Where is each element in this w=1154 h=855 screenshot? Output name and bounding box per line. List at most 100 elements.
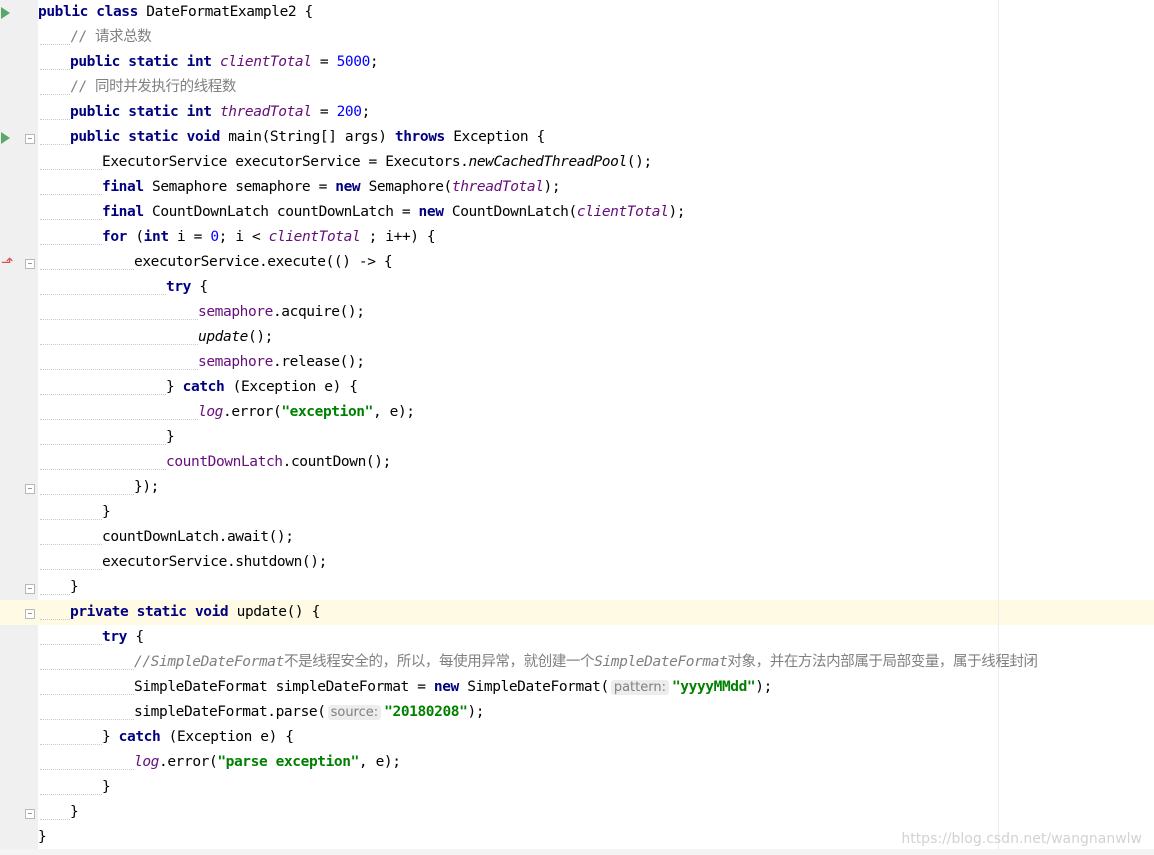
- code-token: );: [668, 204, 686, 220]
- code-token: CountDownLatch countDownLatch =: [151, 204, 419, 220]
- code-line[interactable]: });: [38, 475, 1154, 500]
- code-token: }: [102, 779, 111, 795]
- code-token: clientTotal: [219, 54, 312, 70]
- code-line[interactable]: log.error("parse exception", e);: [38, 750, 1154, 775]
- indent-guide: [38, 425, 166, 450]
- indent-guide: [38, 50, 70, 75]
- code-token: });: [134, 479, 159, 495]
- code-line[interactable]: simpleDateFormat.parse(source: "20180208"…: [38, 700, 1154, 725]
- indent-guide: [38, 700, 134, 725]
- code-line[interactable]: public static int clientTotal = 5000;: [38, 50, 1154, 75]
- code-line[interactable]: semaphore.acquire();: [38, 300, 1154, 325]
- indent-guide: [38, 400, 198, 425]
- code-line[interactable]: } catch (Exception e) {: [38, 725, 1154, 750]
- code-line[interactable]: //SimpleDateFormat不是线程安全的，所以，每使用异常，就创建一个…: [38, 650, 1154, 675]
- code-token: private static void: [70, 604, 237, 620]
- code-line[interactable]: for (int i = 0; i < clientTotal ; i++) {: [38, 225, 1154, 250]
- indent-guide: [38, 200, 102, 225]
- code-token: "20180208": [384, 704, 468, 720]
- code-line[interactable]: } catch (Exception e) {: [38, 375, 1154, 400]
- code-line[interactable]: executorService.shutdown();: [38, 550, 1154, 575]
- code-line[interactable]: countDownLatch.countDown();: [38, 450, 1154, 475]
- code-line[interactable]: try {: [38, 625, 1154, 650]
- code-line[interactable]: SimpleDateFormat simpleDateFormat = new …: [38, 675, 1154, 700]
- code-token: 200: [336, 104, 362, 120]
- indent-guide: [38, 475, 134, 500]
- code-line[interactable]: final Semaphore semaphore = new Semaphor…: [38, 175, 1154, 200]
- indent-guide: [38, 725, 102, 750]
- code-line[interactable]: executorService.execute(() -> {: [38, 250, 1154, 275]
- code-line[interactable]: private static void update() {: [38, 600, 1154, 625]
- code-line[interactable]: try {: [38, 275, 1154, 300]
- code-token: Exception {: [453, 129, 545, 145]
- code-token: 对象，并在方法内部属于局部变量，属于线程封闭: [727, 654, 1038, 670]
- fold-lambda-icon[interactable]: [25, 259, 35, 269]
- code-line[interactable]: // 请求总数: [38, 25, 1154, 50]
- code-token: );: [755, 679, 772, 695]
- code-token: 0: [210, 229, 219, 245]
- fold-main-icon[interactable]: [25, 134, 35, 144]
- code-token: DateFormatExample2 {: [146, 4, 313, 20]
- code-token: ;: [361, 104, 371, 120]
- indent-guide: [38, 775, 102, 800]
- indent-guide: [38, 175, 102, 200]
- code-token: ExecutorService executorService = Execut…: [102, 154, 469, 170]
- code-line[interactable]: update();: [38, 325, 1154, 350]
- override-arrow-icon[interactable]: ⬏: [1, 255, 14, 270]
- code-line[interactable]: }: [38, 500, 1154, 525]
- code-line[interactable]: log.error("exception", e);: [38, 400, 1154, 425]
- fold-update-icon[interactable]: [25, 609, 35, 619]
- code-line[interactable]: }: [38, 575, 1154, 600]
- code-token: update: [198, 329, 248, 345]
- fold-update-end-icon[interactable]: [25, 809, 35, 819]
- code-line[interactable]: }: [38, 775, 1154, 800]
- code-token: CountDownLatch(: [451, 204, 577, 220]
- code-token: simpleDateFormat.parse(: [134, 704, 326, 720]
- code-editor[interactable]: public class DateFormatExample2 {// 请求总数…: [38, 0, 1154, 850]
- code-line[interactable]: }: [38, 425, 1154, 450]
- indent-guide: [38, 125, 70, 150]
- code-token: public class: [38, 4, 147, 20]
- code-token: newCachedThreadPool: [468, 154, 628, 170]
- code-line[interactable]: public static int threadTotal = 200;: [38, 100, 1154, 125]
- code-line[interactable]: final CountDownLatch countDownLatch = ne…: [38, 200, 1154, 225]
- code-token: update() {: [236, 604, 321, 620]
- code-token: {: [199, 279, 208, 295]
- run-class-icon[interactable]: [1, 7, 10, 19]
- code-token: Semaphore semaphore =: [151, 179, 336, 195]
- indent-guide: [38, 225, 102, 250]
- code-token: Semaphore(: [368, 179, 453, 195]
- code-line[interactable]: // 同时并发执行的线程数: [38, 75, 1154, 100]
- code-token: new: [335, 179, 369, 195]
- code-token: //SimpleDateFormat: [134, 654, 284, 670]
- code-token: ();: [247, 329, 273, 345]
- code-line[interactable]: ExecutorService executorService = Execut…: [38, 150, 1154, 175]
- code-line[interactable]: public static void main(String[] args) t…: [38, 125, 1154, 150]
- horizontal-scrollbar[interactable]: [0, 849, 1154, 855]
- indent-guide: [38, 75, 70, 100]
- code-token: {: [135, 629, 144, 645]
- run-main-icon[interactable]: [1, 132, 10, 144]
- code-token: }: [38, 829, 47, 845]
- code-token: }: [70, 804, 79, 820]
- code-token: countDownLatch.await();: [102, 529, 294, 545]
- fold-main-end-icon[interactable]: [25, 584, 35, 594]
- editor-gutter: [0, 0, 38, 855]
- code-token: ();: [626, 154, 652, 170]
- code-line[interactable]: public class DateFormatExample2 {: [38, 0, 1154, 25]
- indent-guide: [38, 625, 102, 650]
- code-line[interactable]: }: [38, 800, 1154, 825]
- indent-guide: [38, 25, 70, 50]
- code-line[interactable]: semaphore.release();: [38, 350, 1154, 375]
- code-token: for: [102, 229, 136, 245]
- code-token: }: [102, 504, 111, 520]
- code-line[interactable]: countDownLatch.await();: [38, 525, 1154, 550]
- code-token: .release();: [272, 354, 365, 370]
- fold-lambda-end-icon[interactable]: [25, 484, 35, 494]
- code-token: SimpleDateFormat(: [467, 679, 609, 695]
- code-token: }: [166, 379, 183, 395]
- code-token: SimpleDateFormat simpleDateFormat =: [134, 679, 434, 695]
- code-token: }: [102, 729, 119, 745]
- indent-guide: [38, 100, 70, 125]
- code-token: , e);: [358, 754, 401, 770]
